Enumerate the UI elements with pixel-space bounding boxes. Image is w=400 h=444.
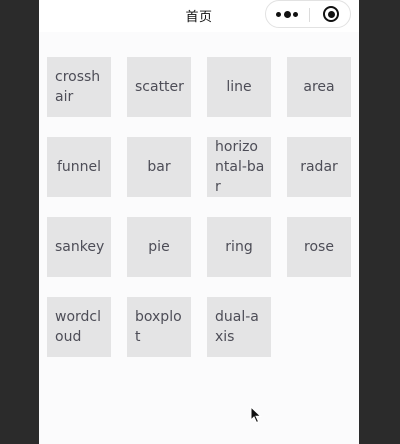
more-dots-icon — [276, 12, 281, 17]
chart-tile-horizontal-bar[interactable]: horizontal-bar — [207, 137, 271, 197]
chart-tile-wordcloud[interactable]: wordcloud — [47, 297, 111, 357]
chart-tile-label: horizontal-bar — [215, 139, 265, 195]
chart-tile-ring[interactable]: ring — [207, 217, 271, 277]
chart-tile-label: bar — [147, 159, 171, 175]
chart-tile-label: crosshair — [55, 69, 101, 105]
chart-tile-label: sankey — [55, 239, 105, 255]
chart-tile-label: area — [303, 79, 335, 95]
chart-tile-label: ring — [225, 239, 253, 255]
chart-tile-crosshair[interactable]: crosshair — [47, 57, 111, 117]
chart-tile-scatter[interactable]: scatter — [127, 57, 191, 117]
chart-tile-label: pie — [148, 239, 170, 255]
chart-tile-label: funnel — [56, 159, 102, 175]
chart-tile-sankey[interactable]: sankey — [47, 217, 111, 277]
phone-screen: 首页 crosshair scatter line area funnel bar hori… — [39, 0, 359, 444]
chart-tile-rose[interactable]: rose — [287, 217, 351, 277]
chart-tile-dual-axis[interactable]: dual-axis — [207, 297, 271, 357]
target-dot-icon — [328, 11, 335, 18]
chart-tile-label: scatter — [135, 79, 184, 95]
chart-tile-label: dual-axis — [215, 309, 259, 345]
chart-tile-bar[interactable]: bar — [127, 137, 191, 197]
more-button[interactable] — [266, 1, 309, 27]
chart-tile-line[interactable]: line — [207, 57, 271, 117]
mouse-cursor-icon — [250, 406, 262, 424]
chart-tile-funnel[interactable]: funnel — [47, 137, 111, 197]
close-button[interactable] — [310, 1, 351, 27]
menu-capsule — [265, 0, 351, 28]
chart-tile-area[interactable]: area — [287, 57, 351, 117]
navigation-bar: 首页 — [39, 0, 359, 32]
chart-tile-pie[interactable]: pie — [127, 217, 191, 277]
chart-tile-label: wordcloud — [55, 309, 101, 345]
chart-tile-label: boxplot — [135, 309, 182, 345]
chart-tile-label: rose — [304, 239, 334, 255]
chart-tile-label: line — [226, 79, 252, 95]
chart-tile-boxplot[interactable]: boxplot — [127, 297, 191, 357]
more-dots-icon — [293, 12, 298, 17]
chart-tile-radar[interactable]: radar — [287, 137, 351, 197]
more-dots-icon — [284, 11, 291, 18]
chart-tile-label: radar — [300, 159, 338, 175]
